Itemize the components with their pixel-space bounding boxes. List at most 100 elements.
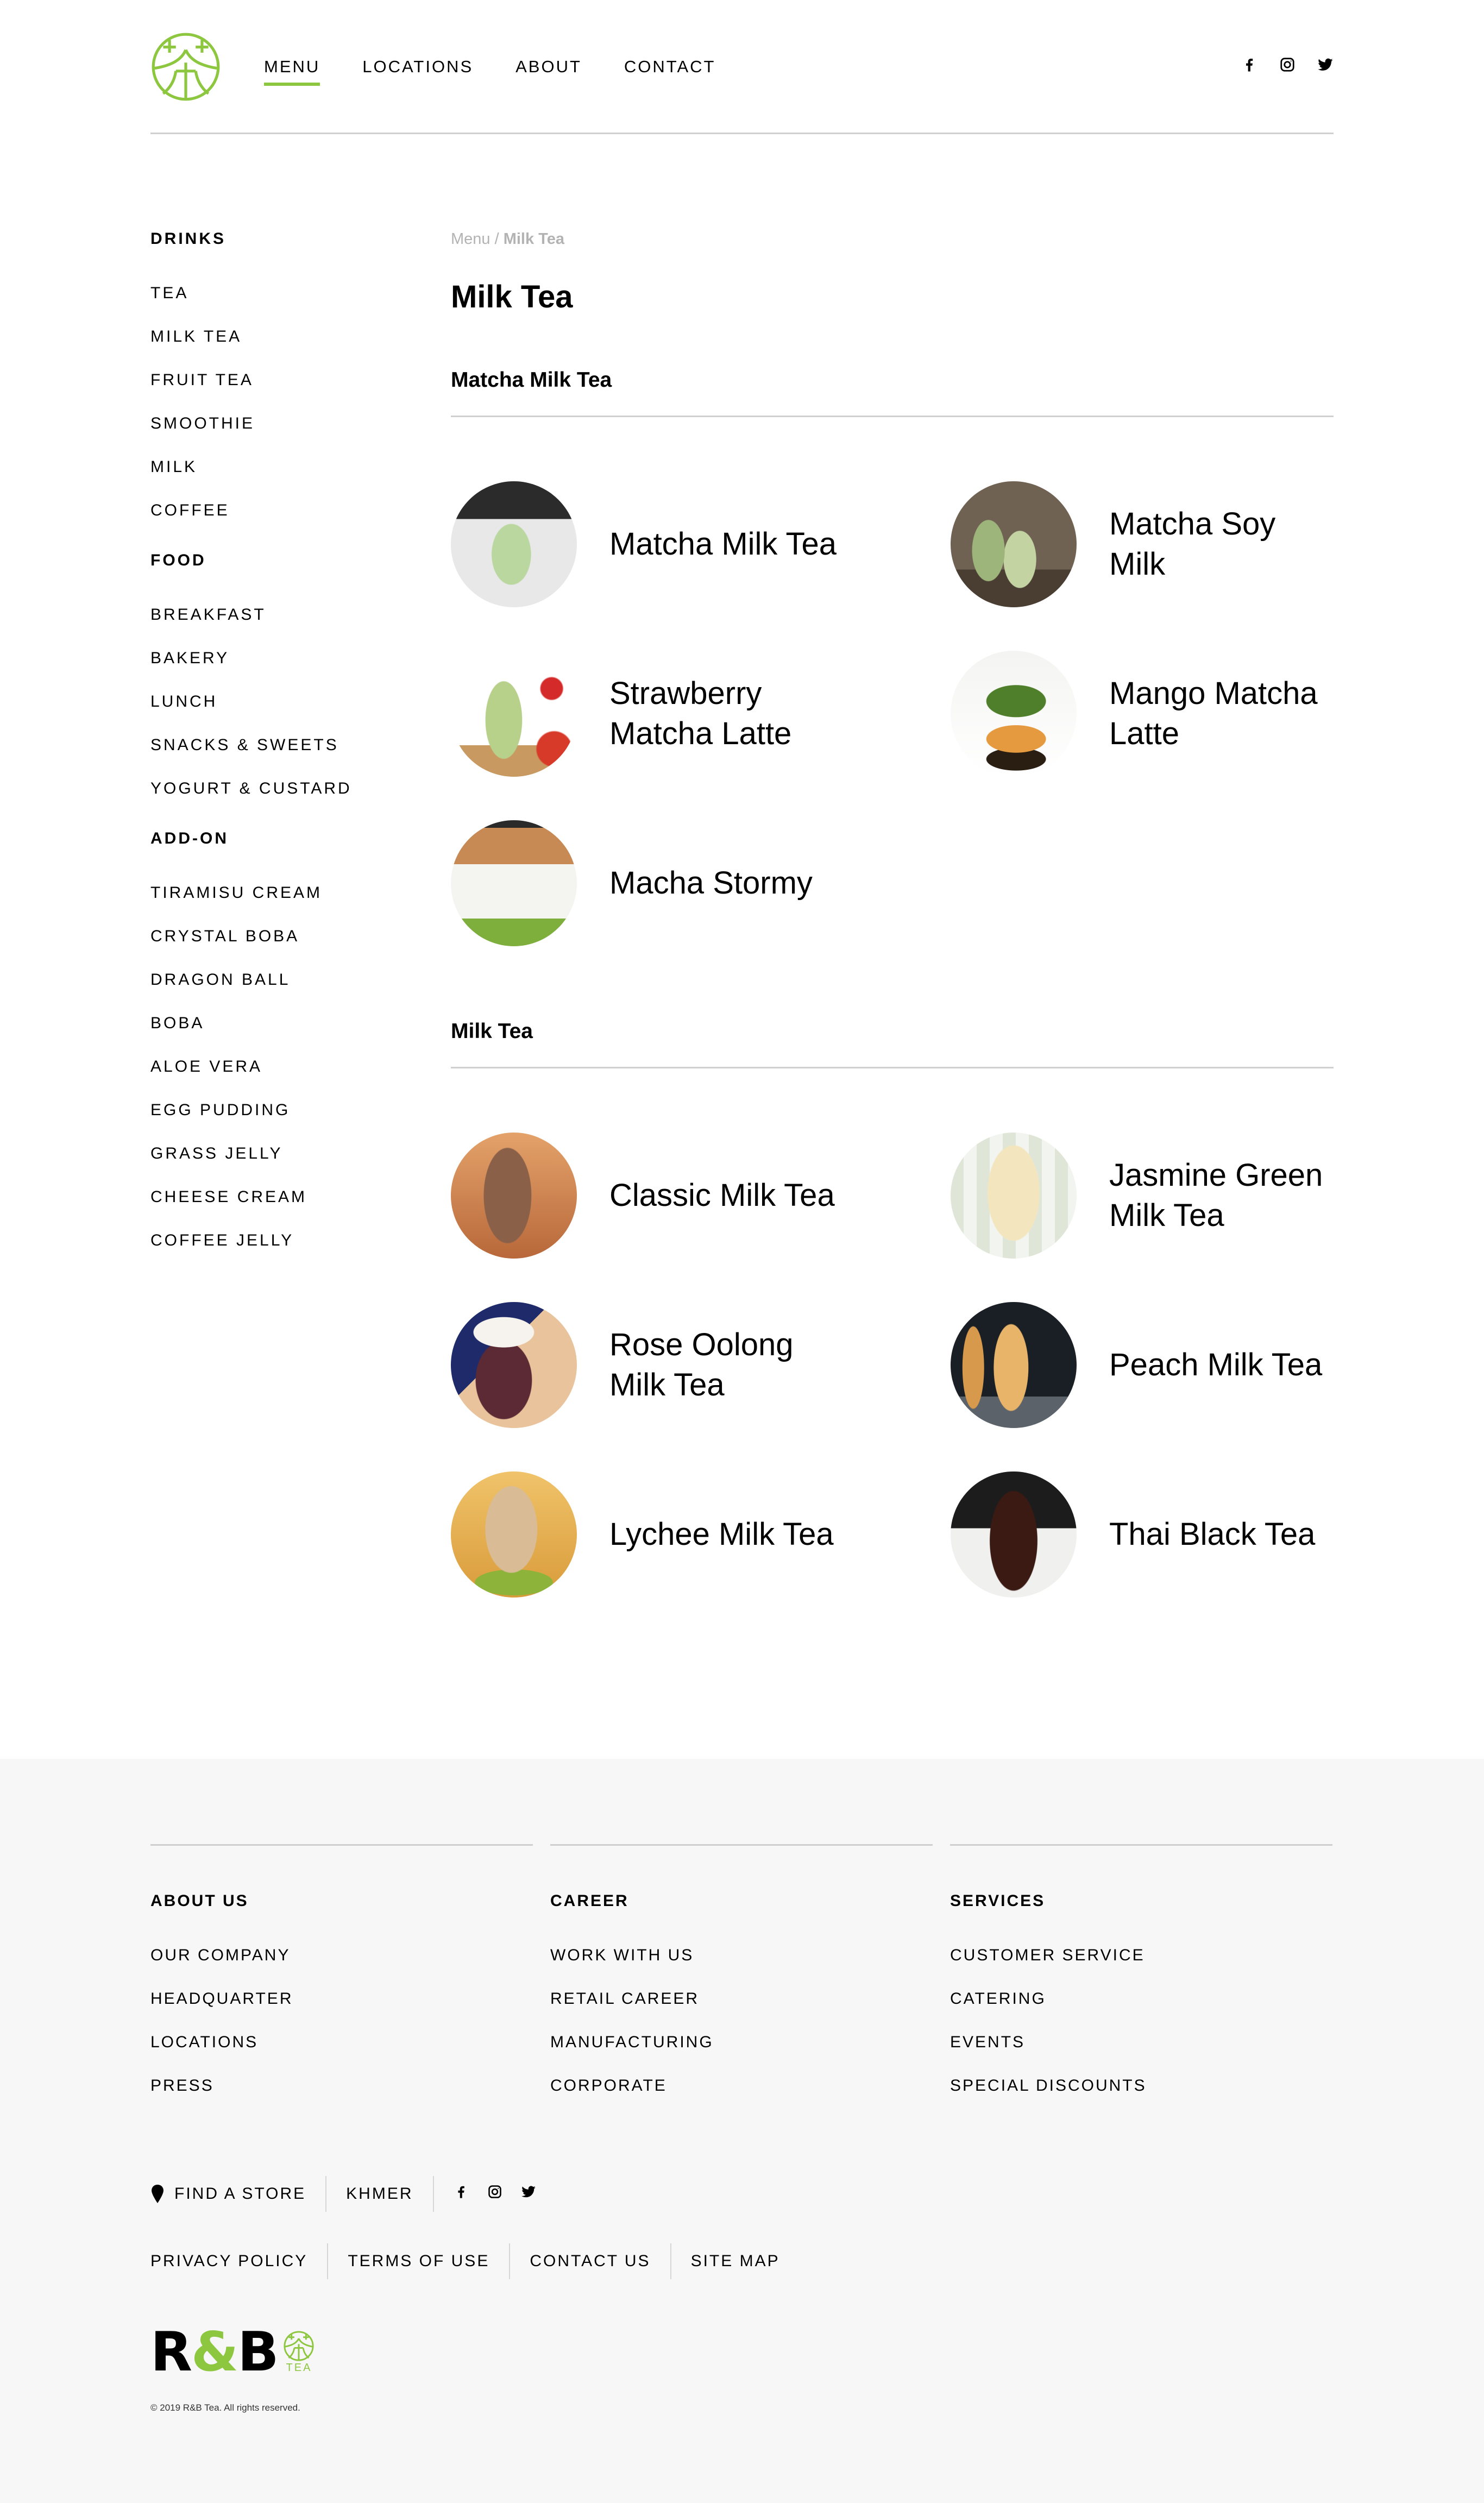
product-name: Matcha Soy Milk	[1109, 506, 1276, 582]
strawberry-matcha-latte-photo	[451, 651, 577, 777]
category-sidebar: DRINKS TEA MILK TEA FRUIT TEA SMOOTHIE M…	[150, 228, 422, 1280]
footer-twitter-link[interactable]	[521, 2184, 536, 2204]
breadcrumb-menu-link[interactable]: Menu	[451, 230, 491, 248]
twitter-link[interactable]	[1317, 56, 1334, 73]
footer-column-career: CAREER WORK WITH US RETAIL CAREER MANUFA…	[550, 1844, 933, 2097]
header-social-links	[1241, 56, 1334, 73]
product-card[interactable]: Strawberry Matcha Latte	[451, 651, 951, 777]
sidebar-item-aloe-vera[interactable]: ALOE VERA	[150, 1056, 422, 1078]
footer-divider	[550, 1844, 933, 1846]
footer-instagram-link[interactable]	[487, 2184, 502, 2204]
sidebar-heading: FOOD	[150, 551, 206, 569]
footer-link-catering[interactable]: CATERING	[950, 1988, 1332, 2010]
product-card[interactable]: Jasmine Green Milk Tea	[951, 1133, 1334, 1259]
sidebar-item-breakfast[interactable]: BREAKFAST	[150, 604, 422, 626]
footer-link-customer-service[interactable]: CUSTOMER SERVICE	[950, 1945, 1332, 1966]
product-card[interactable]: Lychee Milk Tea	[451, 1471, 951, 1598]
product-name: Thai Black Tea	[1109, 1517, 1316, 1552]
footer-logo: R&B TEA	[150, 2325, 315, 2379]
jasmine-green-milk-tea-photo	[951, 1133, 1077, 1259]
logo-ampersand: &	[191, 2320, 238, 2383]
footer-link-events[interactable]: EVENTS	[950, 2032, 1332, 2053]
sidebar-item-dragon-ball[interactable]: DRAGON BALL	[150, 969, 422, 991]
rose-oolong-milk-tea-photo	[451, 1302, 577, 1428]
sidebar-item-tea[interactable]: TEA	[150, 282, 422, 304]
product-card[interactable]: Matcha Milk Tea	[451, 481, 951, 607]
footer-columns: ABOUT US OUR COMPANY HEADQUARTER LOCATIO…	[150, 1844, 1332, 2097]
footer-divider	[950, 1844, 1332, 1846]
footer-link-corporate[interactable]: CORPORATE	[550, 2075, 933, 2097]
footer-link-press[interactable]: PRESS	[150, 2075, 533, 2097]
breadcrumb-current: Milk Tea	[503, 230, 564, 248]
product-name: Strawberry Matcha Latte	[609, 676, 792, 751]
instagram-icon	[1280, 58, 1294, 72]
home-logo-link[interactable]	[150, 32, 221, 102]
sidebar-item-fruit-tea[interactable]: FRUIT TEA	[150, 369, 422, 391]
product-card[interactable]: Macha Stormy	[451, 820, 951, 946]
nav-about[interactable]: ABOUT	[515, 56, 582, 78]
nav-menu[interactable]: MENU	[264, 56, 320, 86]
sidebar-item-coffee-jelly[interactable]: COFFEE JELLY	[150, 1230, 422, 1252]
lychee-milk-tea-photo	[451, 1471, 577, 1598]
product-name: Macha Stormy	[609, 865, 813, 901]
footer-link-headquarter[interactable]: HEADQUARTER	[150, 1988, 533, 2010]
sidebar-item-crystal-boba[interactable]: CRYSTAL BOBA	[150, 926, 422, 947]
footer-heading: ABOUT US	[150, 1892, 249, 1910]
facebook-icon	[457, 2186, 464, 2198]
product-card[interactable]: Classic Milk Tea	[451, 1133, 951, 1259]
find-a-store-link[interactable]: FIND A STORE	[150, 2176, 325, 2212]
matcha-soy-milk-photo	[951, 481, 1077, 607]
map-pin-icon	[152, 2185, 164, 2203]
sidebar-item-lunch[interactable]: LUNCH	[150, 691, 422, 713]
section-heading: Milk Tea	[451, 1020, 533, 1043]
sidebar-item-bakery[interactable]: BAKERY	[150, 647, 422, 669]
footer: ABOUT US OUR COMPANY HEADQUARTER LOCATIO…	[0, 1759, 1484, 2503]
language-switch[interactable]: KHMER	[325, 2176, 432, 2212]
nav-contact[interactable]: CONTACT	[624, 56, 716, 78]
section-matcha-milk-tea: Matcha Milk Tea Matcha Milk Tea Matcha So…	[451, 367, 1334, 946]
footer-link-locations[interactable]: LOCATIONS	[150, 2032, 533, 2053]
section-divider	[451, 416, 1334, 417]
sidebar-item-coffee[interactable]: COFFEE	[150, 500, 422, 521]
sidebar-item-snacks-sweets[interactable]: SNACKS & SWEETS	[150, 734, 422, 756]
product-grid: Classic Milk Tea Jasmine Green Milk Tea Ro…	[451, 1133, 1334, 1598]
product-name: Mango Matcha Latte	[1109, 676, 1318, 751]
logo-letter-r: R	[150, 2320, 192, 2383]
facebook-link[interactable]	[1241, 56, 1257, 73]
product-card[interactable]: Rose Oolong Milk Tea	[451, 1302, 951, 1428]
product-name: Classic Milk Tea	[609, 1178, 835, 1213]
product-card[interactable]: Thai Black Tea	[951, 1471, 1334, 1598]
peach-milk-tea-photo	[951, 1302, 1077, 1428]
footer-link-retail-career[interactable]: RETAIL CAREER	[550, 1988, 933, 2010]
sidebar-item-egg-pudding[interactable]: EGG PUDDING	[150, 1099, 422, 1121]
sidebar-item-milk[interactable]: MILK	[150, 456, 422, 478]
footer-facebook-link[interactable]	[454, 2184, 469, 2204]
contact-us-link[interactable]: CONTACT US	[509, 2243, 670, 2279]
footer-link-manufacturing[interactable]: MANUFACTURING	[550, 2032, 933, 2053]
product-card[interactable]: Mango Matcha Latte	[951, 651, 1334, 777]
sidebar-item-tiramisu-cream[interactable]: TIRAMISU CREAM	[150, 882, 422, 904]
sidebar-item-boba[interactable]: BOBA	[150, 1012, 422, 1034]
sidebar-item-milk-tea[interactable]: MILK TEA	[150, 326, 422, 348]
footer-link-our-company[interactable]: OUR COMPANY	[150, 1945, 533, 1966]
site-map-link[interactable]: SITE MAP	[670, 2243, 800, 2279]
footer-social-links	[432, 2176, 556, 2212]
instagram-link[interactable]	[1279, 56, 1296, 73]
sidebar-item-yogurt-custard[interactable]: YOGURT & CUSTARD	[150, 778, 422, 800]
privacy-policy-link[interactable]: PRIVACY POLICY	[150, 2243, 327, 2279]
sidebar-group-food: FOOD BREAKFAST BAKERY LUNCH SNACKS & SWE…	[150, 550, 422, 800]
sidebar-item-smoothie[interactable]: SMOOTHIE	[150, 413, 422, 435]
footer-legal-row: PRIVACY POLICY TERMS OF USE CONTACT US S…	[150, 2243, 800, 2279]
product-card[interactable]: Matcha Soy Milk	[951, 481, 1334, 607]
sidebar-item-cheese-cream[interactable]: CHEESE CREAM	[150, 1186, 422, 1208]
nav-locations[interactable]: LOCATIONS	[362, 56, 473, 78]
sidebar-group-drinks: DRINKS TEA MILK TEA FRUIT TEA SMOOTHIE M…	[150, 228, 422, 521]
product-name: Peach Milk Tea	[1109, 1347, 1323, 1382]
product-card[interactable]: Peach Milk Tea	[951, 1302, 1334, 1428]
footer-link-special-discounts[interactable]: SPECIAL DISCOUNTS	[950, 2075, 1332, 2097]
sidebar-item-grass-jelly[interactable]: GRASS JELLY	[150, 1143, 422, 1165]
terms-of-use-link[interactable]: TERMS OF USE	[327, 2243, 509, 2279]
sidebar-heading: ADD-ON	[150, 829, 229, 847]
footer-link-work-with-us[interactable]: WORK WITH US	[550, 1945, 933, 1966]
product-name: Jasmine Green Milk Tea	[1109, 1158, 1323, 1233]
